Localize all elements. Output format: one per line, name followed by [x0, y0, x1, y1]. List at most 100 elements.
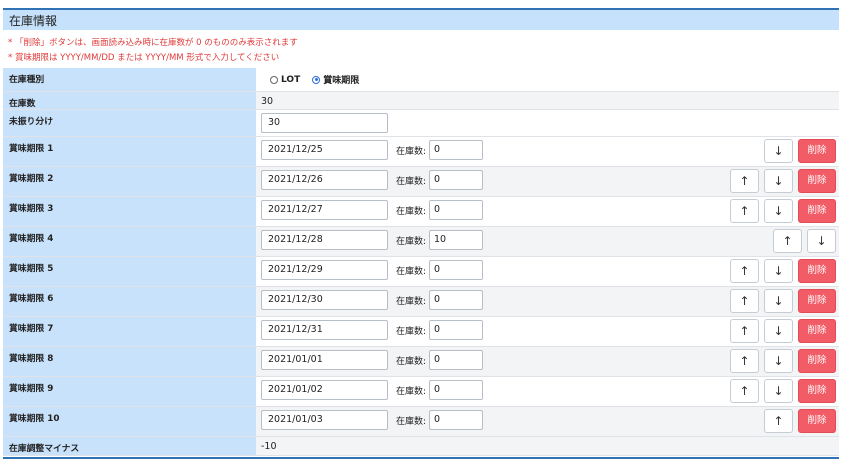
adjust-minus-label: 在庫調整マイナス [3, 436, 256, 456]
row-stock-input[interactable]: 0 [429, 349, 483, 370]
move-up-button[interactable]: ↑ [730, 198, 759, 223]
expiry-date-input[interactable]: 2021/12/28 [261, 229, 388, 250]
move-down-button[interactable]: ↓ [807, 228, 836, 253]
row-stock-input[interactable]: 10 [429, 229, 483, 250]
row-stock-label: 在庫数: [396, 326, 427, 337]
expiry-label: 賞味期限 1 [3, 136, 256, 167]
row-stock-label: 在庫数: [396, 416, 427, 427]
expiry-row: 賞味期限 8 2021/01/01 在庫数: 0 削除 ↓ ↑ [3, 346, 839, 377]
arrow-down-icon: ↓ [773, 263, 784, 278]
radio-expiry-label[interactable]: 賞味期限 [323, 73, 359, 86]
move-down-button[interactable]: ↓ [764, 138, 793, 163]
expiry-row: 賞味期限 9 2021/01/02 在庫数: 0 削除 ↓ ↑ [3, 376, 839, 407]
expiry-row: 賞味期限 2 2021/12/26 在庫数: 0 削除 ↓ ↑ [3, 166, 839, 197]
row-stock-label: 在庫数: [396, 266, 427, 277]
delete-button[interactable]: 削除 [798, 138, 836, 163]
expiry-row: 賞味期限 5 2021/12/29 在庫数: 0 削除 ↓ ↑ [3, 256, 839, 287]
arrow-up-icon: ↑ [773, 413, 784, 428]
expiry-row: 賞味期限 4 2021/12/28 在庫数: 10 ↓ ↑ [3, 226, 839, 257]
arrow-down-icon: ↓ [773, 353, 784, 368]
expiry-date-input[interactable]: 2021/01/02 [261, 379, 388, 400]
expiry-date-input[interactable]: 2021/12/26 [261, 169, 388, 190]
delete-button[interactable]: 削除 [798, 378, 836, 403]
move-up-button[interactable]: ↑ [730, 348, 759, 373]
move-up-button[interactable]: ↑ [764, 408, 793, 433]
section-bottom-border [3, 456, 839, 459]
move-up-button[interactable]: ↑ [773, 228, 802, 253]
stock-type-radio-group: LOT 賞味期限 [270, 73, 359, 86]
delete-button[interactable]: 削除 [798, 258, 836, 283]
expiry-label: 賞味期限 2 [3, 166, 256, 197]
row-stock-label: 在庫数: [396, 146, 427, 157]
row-stock-input[interactable]: 0 [429, 259, 483, 280]
stock-table: 在庫種別 LOT 賞味期限 在庫数 30 未振り分け 30 賞味期限 1 202… [3, 68, 839, 456]
delete-button[interactable]: 削除 [798, 408, 836, 433]
unassigned-input[interactable]: 30 [261, 112, 388, 133]
row-stock-label: 在庫数: [396, 236, 427, 247]
row-stock-input[interactable]: 0 [429, 199, 483, 220]
row-stock-input[interactable]: 0 [429, 169, 483, 190]
section-title: 在庫情報 [3, 8, 839, 30]
expiry-row: 賞味期限 10 2021/01/03 在庫数: 0 削除 ↑ [3, 406, 839, 437]
stock-type-label: 在庫種別 [3, 68, 256, 92]
delete-button[interactable]: 削除 [798, 198, 836, 223]
expiry-row: 賞味期限 3 2021/12/27 在庫数: 0 削除 ↓ ↑ [3, 196, 839, 227]
move-down-button[interactable]: ↓ [764, 258, 793, 283]
delete-button[interactable]: 削除 [798, 348, 836, 373]
move-up-button[interactable]: ↑ [730, 288, 759, 313]
arrow-down-icon: ↓ [773, 143, 784, 158]
move-down-button[interactable]: ↓ [764, 348, 793, 373]
stock-count-label: 在庫数 [3, 91, 256, 110]
note-date-format: * 賞味期限は YYYY/MM/DD または YYYY/MM 形式で入力してくだ… [8, 53, 280, 63]
expiry-date-input[interactable]: 2021/01/01 [261, 349, 388, 370]
arrow-down-icon: ↓ [773, 173, 784, 188]
arrow-up-icon: ↑ [739, 353, 750, 368]
unassigned-row: 未振り分け 30 [3, 109, 839, 137]
expiry-label: 賞味期限 5 [3, 256, 256, 287]
delete-button[interactable]: 削除 [798, 318, 836, 343]
radio-lot-label[interactable]: LOT [281, 75, 300, 85]
arrow-down-icon: ↓ [773, 293, 784, 308]
arrow-up-icon: ↑ [739, 383, 750, 398]
radio-lot[interactable] [270, 75, 278, 84]
arrow-up-icon: ↑ [782, 233, 793, 248]
move-up-button[interactable]: ↑ [730, 258, 759, 283]
notes: * 「削除」ボタンは、画面読み込み時に在庫数が 0 のもののみ表示されます * … [3, 30, 839, 68]
expiry-row: 賞味期限 1 2021/12/25 在庫数: 0 削除 ↓ [3, 136, 839, 167]
row-stock-input[interactable]: 0 [429, 379, 483, 400]
expiry-date-input[interactable]: 2021/12/27 [261, 199, 388, 220]
row-stock-input[interactable]: 0 [429, 319, 483, 340]
move-down-button[interactable]: ↓ [764, 198, 793, 223]
expiry-label: 賞味期限 10 [3, 406, 256, 437]
row-stock-input[interactable]: 0 [429, 409, 483, 430]
expiry-date-input[interactable]: 2021/12/29 [261, 259, 388, 280]
expiry-date-input[interactable]: 2021/12/31 [261, 319, 388, 340]
stock-count-row: 在庫数 30 [3, 91, 839, 110]
arrow-up-icon: ↑ [739, 263, 750, 278]
expiry-row: 賞味期限 6 2021/12/30 在庫数: 0 削除 ↓ ↑ [3, 286, 839, 317]
delete-button[interactable]: 削除 [798, 288, 836, 313]
move-up-button[interactable]: ↑ [730, 378, 759, 403]
expiry-date-input[interactable]: 2021/12/25 [261, 139, 388, 160]
expiry-label: 賞味期限 6 [3, 286, 256, 317]
row-stock-input[interactable]: 0 [429, 139, 483, 160]
expiry-label: 賞味期限 8 [3, 346, 256, 377]
stock-info-section: 在庫情報 * 「削除」ボタンは、画面読み込み時に在庫数が 0 のもののみ表示され… [3, 8, 839, 459]
arrow-up-icon: ↑ [739, 173, 750, 188]
move-down-button[interactable]: ↓ [764, 168, 793, 193]
move-up-button[interactable]: ↑ [730, 318, 759, 343]
expiry-date-input[interactable]: 2021/01/03 [261, 409, 388, 430]
radio-expiry[interactable] [312, 75, 321, 84]
delete-button[interactable]: 削除 [798, 168, 836, 193]
move-up-button[interactable]: ↑ [730, 168, 759, 193]
row-stock-input[interactable]: 0 [429, 289, 483, 310]
expiry-date-input[interactable]: 2021/12/30 [261, 289, 388, 310]
move-down-button[interactable]: ↓ [764, 318, 793, 343]
expiry-label: 賞味期限 4 [3, 226, 256, 257]
move-down-button[interactable]: ↓ [764, 378, 793, 403]
unassigned-label: 未振り分け [3, 109, 256, 137]
arrow-up-icon: ↑ [739, 203, 750, 218]
move-down-button[interactable]: ↓ [764, 288, 793, 313]
stock-count-value: 30 [261, 95, 274, 107]
row-stock-label: 在庫数: [396, 206, 427, 217]
